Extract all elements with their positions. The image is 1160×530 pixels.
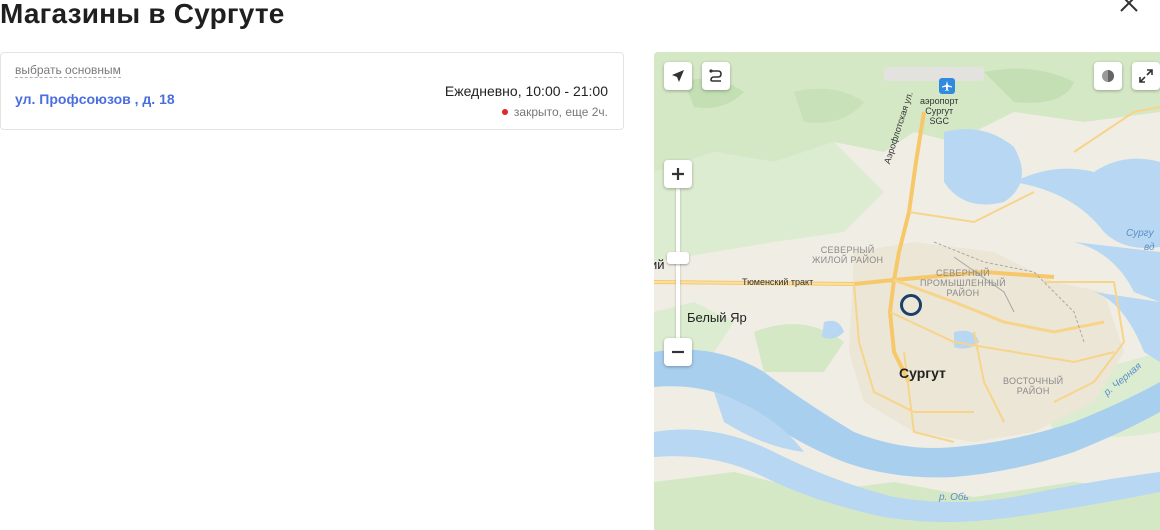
district-north-ind-line1: СЕВЕРНЫЙ	[936, 268, 990, 278]
zoom-slider-track[interactable]	[676, 188, 680, 348]
airport-icon	[939, 78, 955, 94]
district-north-ind-line3: РАЙОН	[946, 288, 980, 298]
river-label-ob: р. Обь	[939, 492, 969, 503]
map[interactable]: аэропорт Сургут SGC Аэрофлотская ул. Тюм…	[654, 52, 1160, 530]
water-label-surgut-2: вд	[1144, 242, 1155, 253]
district-label-north-industrial: СЕВЕРНЫЙ ПРОМЫШЛЕННЫЙ РАЙОН	[920, 268, 1006, 298]
status-text: закрыто, еще 2ч.	[513, 105, 608, 119]
district-label-east: ВОСТОЧНЫЙ РАЙОН	[1003, 376, 1063, 396]
set-main-store-link[interactable]: выбрать основным	[15, 63, 121, 78]
zoom-in-button[interactable]	[664, 160, 692, 188]
fullscreen-button[interactable]	[1132, 62, 1160, 90]
district-east-line1: ВОСТОЧНЫЙ	[1003, 376, 1064, 386]
store-address-link[interactable]: ул. Профсоюзов , д. 18	[15, 90, 175, 108]
street-label-tyumen: Тюменский тракт	[742, 277, 814, 287]
store-marker[interactable]	[900, 294, 922, 316]
city-label: Сургут	[899, 365, 946, 381]
location-icon	[672, 70, 684, 82]
district-north-ind-line2: ПРОМЫШЛЕННЫЙ	[920, 278, 1006, 288]
store-card[interactable]: выбрать основным ул. Профсоюзов , д. 18 …	[0, 52, 624, 130]
map-background[interactable]	[654, 52, 1160, 530]
status-dot-icon	[501, 109, 508, 115]
airport-label-line3: SGC	[929, 116, 949, 126]
zoom-slider-handle[interactable]	[667, 252, 689, 264]
district-east-line2: РАЙОН	[1016, 386, 1050, 396]
district-north-res-line2: ЖИЛОЙ РАЙОН	[812, 255, 884, 265]
zoom-out-button[interactable]	[664, 338, 692, 366]
district-label-north-residential: СЕВЕРНЫЙ ЖИЛОЙ РАЙОН	[812, 245, 883, 265]
store-hours: Ежедневно, 10:00 - 21:00	[444, 83, 608, 99]
zoom-out-icon	[672, 350, 684, 354]
airport-label-line2: Сургут	[925, 106, 954, 116]
water-label-surgut-1: Сургу	[1126, 228, 1154, 239]
page-title: Магазины в Сургуте	[0, 0, 285, 29]
fullscreen-icon	[1139, 69, 1153, 83]
zoom-in-icon	[672, 168, 684, 180]
route-icon	[709, 69, 722, 82]
layers-icon	[1102, 70, 1114, 82]
close-icon[interactable]	[1116, 0, 1142, 18]
route-button[interactable]	[702, 62, 730, 90]
airport-label: аэропорт Сургут SGC	[920, 96, 958, 126]
town-label-bely-yar: Белый Яр	[687, 310, 747, 325]
layers-button[interactable]	[1094, 62, 1122, 90]
store-status: закрыто, еще 2ч.	[501, 104, 608, 120]
airport-label-line1: аэропорт	[920, 96, 959, 106]
geolocation-button[interactable]	[664, 62, 692, 90]
town-label-partial: ий	[654, 257, 665, 272]
district-north-res-line1: СЕВЕРНЫЙ	[820, 245, 875, 255]
